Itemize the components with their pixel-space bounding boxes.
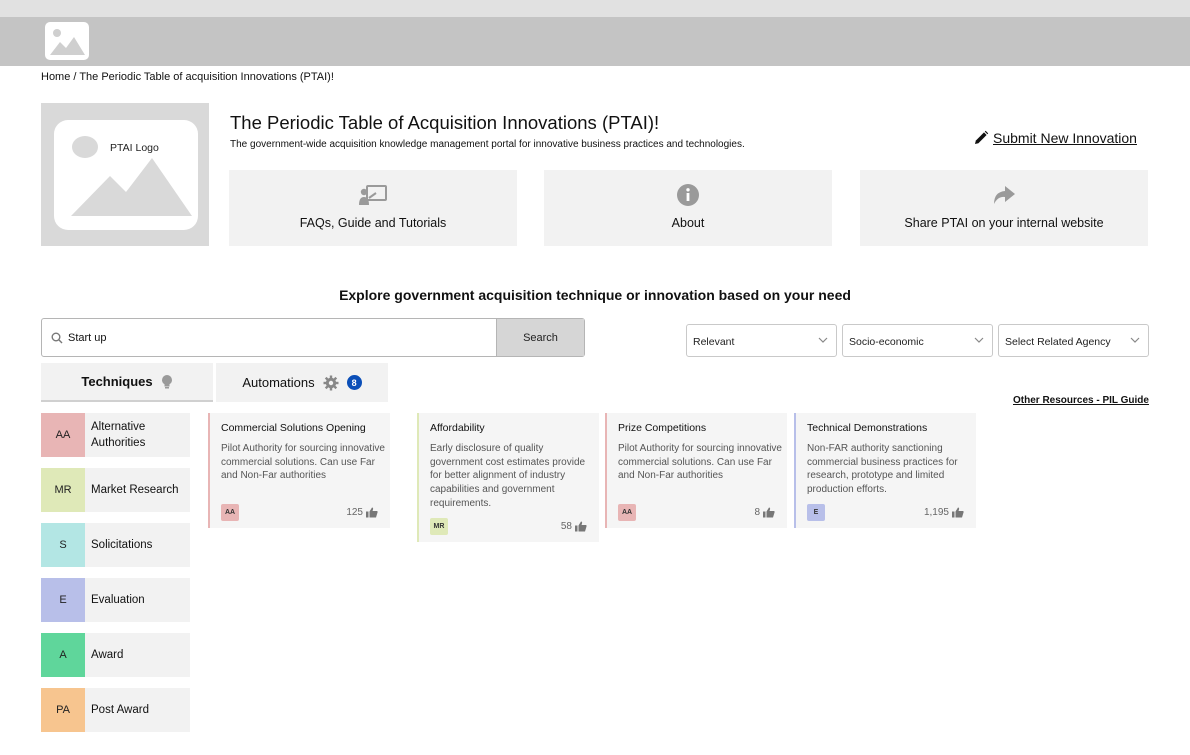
card-description: Pilot Authority for sourcing innovative … [221,443,385,482]
breadcrumb-current: The Periodic Table of acquisition Innova… [79,71,334,83]
category-abbr: AA [41,413,85,457]
search-bar: Search [41,318,585,357]
category-label: Evaluation [91,594,145,606]
info-icon [677,184,699,206]
sort-select[interactable]: Relevant [686,324,837,357]
category-award[interactable]: A Award [41,633,190,677]
card-category-tag: AA [221,504,239,521]
page-title: The Periodic Table of Acquisition Innova… [230,112,660,133]
tab-techniques[interactable]: Techniques [41,363,213,402]
category-label: Award [91,649,124,661]
breadcrumb: Home / The Periodic Table of acquisition… [41,71,334,83]
card-category-tag: MR [430,518,448,535]
chevron-down-icon [818,337,828,343]
header-logo-placeholder-icon[interactable] [45,22,89,60]
category-abbr: A [41,633,85,677]
card-likes-count: 58 [560,521,572,532]
category-solicitations[interactable]: S Solicitations [41,523,190,567]
agency-select-value: Select Related Agency [1005,336,1111,348]
category-abbr: PA [41,688,85,732]
tab-techniques-label: Techniques [81,374,153,389]
submit-new-innovation-label: Submit New Innovation [993,130,1137,146]
innovation-card-prize-competitions[interactable]: Prize Competitions Pilot Authority for s… [605,413,787,528]
gear-icon [323,375,339,390]
page-subtitle: The government-wide acquisition knowledg… [230,139,745,150]
breadcrumb-home[interactable]: Home [41,71,70,83]
tab-automations-label: Automations [242,375,315,390]
category-evaluation[interactable]: E Evaluation [41,578,190,622]
tile-about-label: About [671,216,705,230]
card-likes[interactable]: 58 [561,521,587,532]
search-input[interactable] [68,329,488,347]
card-title: Technical Demonstrations [807,422,928,434]
card-category-tag: E [807,504,825,521]
category-select-value: Socio-economic [849,336,924,348]
ptai-logo-box: PTAI Logo [41,103,209,246]
browser-top-strip [0,0,1190,17]
category-label: Solicitations [91,539,153,551]
agency-select[interactable]: Select Related Agency [998,324,1149,357]
tile-about[interactable]: About [544,170,832,246]
search-button[interactable]: Search [496,319,584,356]
card-description: Non-FAR authority sanctioning commercial… [807,443,958,496]
innovation-card-technical-demonstrations[interactable]: Technical Demonstrations Non-FAR authori… [794,413,976,528]
category-alternative-authorities[interactable]: AA Alternative Authorities [41,413,190,457]
category-post-award[interactable]: PA Post Award [41,688,190,732]
tile-share[interactable]: Share PTAI on your internal website [860,170,1148,246]
image-placeholder-icon [71,136,192,216]
thumbs-up-icon [575,521,587,532]
card-description: Early disclosure of quality government c… [430,443,586,509]
share-icon [994,186,1015,204]
category-abbr: MR [41,468,85,512]
innovation-card-affordability[interactable]: Affordability Early disclosure of qualit… [417,413,599,542]
category-abbr: S [41,523,85,567]
explore-heading: Explore government acquisition technique… [339,287,851,303]
category-label: Alternative Authorities [91,421,146,449]
card-title: Prize Competitions [618,422,707,434]
card-likes-count: 8 [754,507,760,518]
card-likes-count: 125 [346,507,363,518]
tile-share-label: Share PTAI on your internal website [904,216,1104,230]
automations-count-badge: 8 [346,375,362,390]
sort-select-value: Relevant [693,336,735,348]
tile-faqs-label: FAQs, Guide and Tutorials [299,216,447,230]
card-description: Pilot Authority for sourcing innovative … [618,443,782,482]
lightbulb-icon [161,374,172,388]
other-resources-link[interactable]: Other Resources - PIL Guide [1013,395,1149,406]
search-icon [51,332,63,344]
presentation-icon [359,185,387,205]
innovation-card-commercial-solutions-opening[interactable]: Commercial Solutions Opening Pilot Autho… [208,413,390,528]
thumbs-up-icon [952,507,964,518]
category-select[interactable]: Socio-economic [842,324,993,357]
card-title: Affordability [430,422,485,434]
category-market-research[interactable]: MR Market Research [41,468,190,512]
logo-text: PTAI Logo [110,142,159,154]
card-category-tag: AA [618,504,636,521]
ptai-logo-placeholder: PTAI Logo [54,120,198,230]
category-label: Post Award [91,704,149,716]
thumbs-up-icon [366,507,378,518]
category-abbr: E [41,578,85,622]
tab-automations[interactable]: Automations 8 [216,363,388,402]
submit-new-innovation-link[interactable]: Submit New Innovation [973,130,1137,146]
chevron-down-icon [974,337,984,343]
breadcrumb-separator: / [70,71,80,83]
site-header [0,17,1190,66]
tile-faqs[interactable]: FAQs, Guide and Tutorials [229,170,517,246]
card-likes[interactable]: 1,195 [924,507,964,518]
card-likes-count: 1,195 [923,507,949,518]
pencil-icon [975,130,989,144]
thumbs-up-icon [763,507,775,518]
card-title: Commercial Solutions Opening [221,422,366,434]
category-label: Market Research [91,484,179,496]
card-likes[interactable]: 125 [346,507,378,518]
card-likes[interactable]: 8 [754,507,775,518]
chevron-down-icon [1130,337,1140,343]
